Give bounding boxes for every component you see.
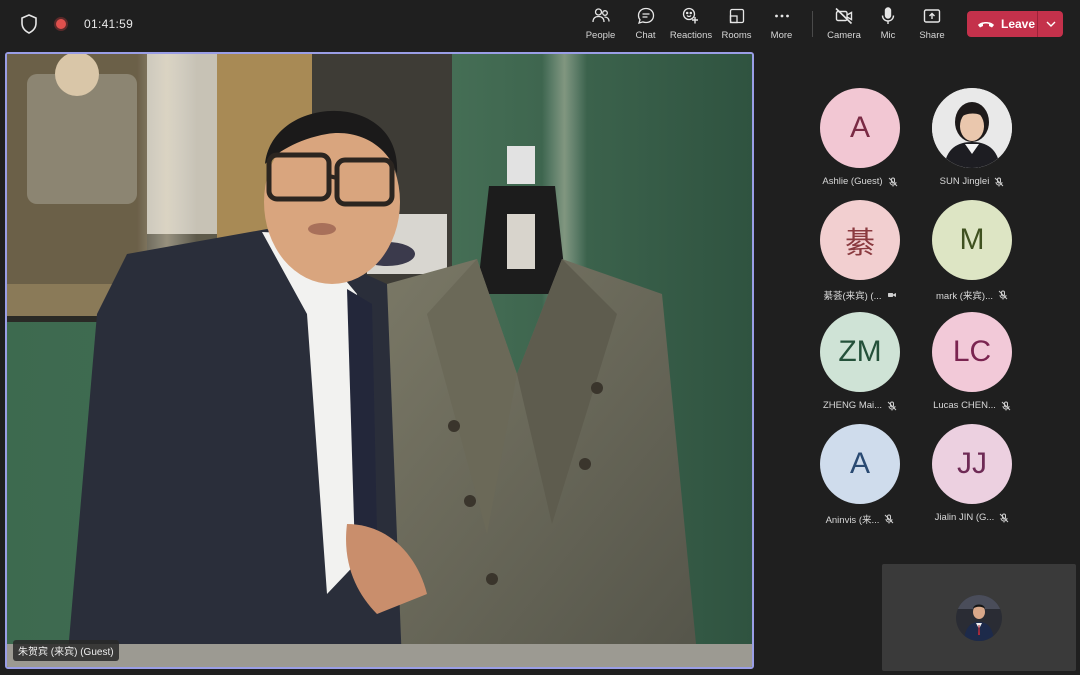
share-button[interactable]: Share xyxy=(910,6,954,41)
participant-name: Lucas CHEN... xyxy=(933,400,996,411)
rooms-icon xyxy=(729,8,744,24)
participant-name: mark (来宾)... xyxy=(936,291,993,302)
avatar-initials: LC xyxy=(952,335,992,368)
chevron-down-icon xyxy=(1046,21,1055,27)
active-speaker-video[interactable]: 朱贺宾 (来宾) (Guest) xyxy=(5,52,754,669)
camera-off-icon xyxy=(835,7,853,25)
participant-name: SUN Jinglei xyxy=(939,176,990,187)
meeting-toolbar: 01:41:59 People Chat Reactions Rooms Mor… xyxy=(0,0,1080,48)
recording-icon xyxy=(54,17,68,31)
more-icon xyxy=(774,14,789,18)
self-avatar xyxy=(956,594,1002,641)
avatar xyxy=(932,88,1012,168)
leave-label: Leave xyxy=(1001,17,1036,31)
mic-icon xyxy=(881,7,895,24)
avatar-initials: M xyxy=(959,223,985,256)
people-button[interactable]: People xyxy=(578,6,623,41)
avatar: 綦 xyxy=(820,200,900,280)
reactions-icon xyxy=(682,7,698,24)
self-photo xyxy=(956,594,1002,641)
self-view[interactable] xyxy=(882,564,1076,671)
chat-label: Chat xyxy=(635,30,656,41)
mic-muted-icon xyxy=(885,514,894,524)
more-label: More xyxy=(770,30,793,41)
avatar: A xyxy=(820,88,900,168)
mic-muted-icon xyxy=(998,290,1008,300)
leave-button[interactable]: Leave xyxy=(967,11,1037,37)
avatar-initials: JJ xyxy=(957,447,987,480)
chat-icon xyxy=(637,7,654,24)
participant-tile[interactable]: LC Lucas CHEN... xyxy=(918,312,1026,411)
speaker-video-frame xyxy=(7,54,752,667)
people-label: People xyxy=(585,30,616,41)
share-label: Share xyxy=(919,30,945,41)
rooms-label: Rooms xyxy=(721,30,752,41)
participant-tile[interactable]: ZM ZHENG Mai... xyxy=(806,312,914,411)
mic-muted-icon xyxy=(999,513,1009,522)
participant-tile[interactable]: A Ashlie (Guest) xyxy=(806,88,914,187)
participant-tile[interactable]: 綦 綦荟(来宾) (... xyxy=(806,200,914,302)
participant-photo xyxy=(932,88,1012,168)
participant-name: 綦荟(来宾) (... xyxy=(823,291,882,302)
rooms-button[interactable]: Rooms xyxy=(714,6,759,41)
participant-tile[interactable]: M mark (来宾)... xyxy=(918,200,1026,302)
avatar: A xyxy=(820,424,900,504)
leave-options-button[interactable] xyxy=(1038,11,1063,37)
toolbar-divider xyxy=(812,11,813,37)
avatar: JJ xyxy=(932,424,1012,504)
mic-muted-icon xyxy=(994,177,1004,186)
participant-name: ZHENG Mai... xyxy=(822,400,883,411)
leave-button-group: Leave xyxy=(967,11,1063,37)
mic-button[interactable]: Mic xyxy=(866,6,910,41)
avatar-initials: A xyxy=(849,111,870,144)
participant-tile[interactable]: SUN Jinglei xyxy=(918,88,1026,187)
chat-button[interactable]: Chat xyxy=(623,6,668,41)
share-icon xyxy=(923,9,941,23)
mic-label: Mic xyxy=(880,30,896,41)
participant-tile[interactable]: A Aninvis (来... xyxy=(806,424,914,526)
participant-tile[interactable]: JJ Jialin JIN (G... xyxy=(918,424,1026,523)
meeting-timer: 01:41:59 xyxy=(84,17,134,31)
shield-icon[interactable] xyxy=(20,14,38,34)
camera-label: Camera xyxy=(827,30,861,41)
avatar-initials: A xyxy=(849,447,870,480)
participant-name: Aninvis (来... xyxy=(825,515,880,526)
speaker-name-tag: 朱贺宾 (来宾) (Guest) xyxy=(13,640,119,661)
mic-muted-icon xyxy=(888,177,897,186)
reactions-label: Reactions xyxy=(669,30,713,41)
mic-muted-icon xyxy=(887,401,897,410)
participant-name: Jialin JIN (G... xyxy=(934,512,995,523)
avatar: ZM xyxy=(820,312,900,392)
participant-name: Ashlie (Guest) xyxy=(822,176,883,187)
phone-hangup-icon xyxy=(978,22,994,28)
reactions-button[interactable]: Reactions xyxy=(668,6,714,41)
avatar: LC xyxy=(932,312,1012,392)
avatar-initials: ZM xyxy=(838,335,882,368)
video-off-icon xyxy=(887,293,896,297)
more-button[interactable]: More xyxy=(759,6,804,41)
avatar-initials: 綦 xyxy=(845,227,875,260)
mic-muted-icon xyxy=(1001,401,1011,410)
avatar: M xyxy=(932,200,1012,280)
camera-button[interactable]: Camera xyxy=(822,6,866,41)
people-icon xyxy=(591,8,610,23)
